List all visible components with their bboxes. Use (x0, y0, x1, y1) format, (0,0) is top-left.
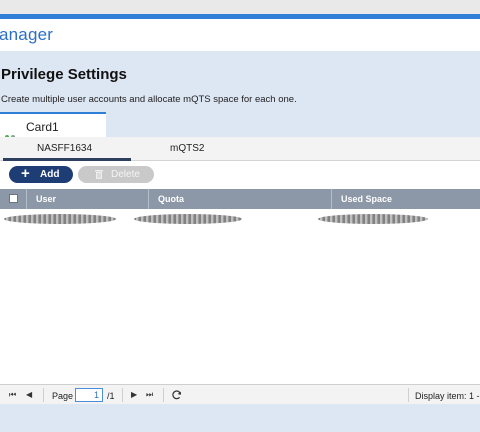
tab-card1[interactable]: Card1 (0, 112, 106, 139)
add-button-label: Add (40, 169, 60, 180)
column-header-quota[interactable]: Quota (149, 189, 332, 209)
select-all-checkbox-cell[interactable] (0, 189, 27, 209)
select-all-checkbox[interactable] (9, 194, 18, 203)
pager-divider (43, 388, 44, 402)
tab-card1-label: Card1 (26, 120, 59, 134)
app-title: anager (0, 25, 54, 44)
trash-icon (95, 170, 103, 179)
prev-page-icon[interactable]: ◀ (26, 390, 32, 399)
last-page-icon[interactable]: ⏭ (146, 390, 153, 400)
pagination-bar: ⏮ ◀ Page 1 /1 ▶ ⏭ Display item: 1 - (0, 384, 480, 404)
pager-divider (122, 388, 123, 402)
redacted-user-cell (4, 214, 116, 224)
display-item-range: Display item: 1 - (415, 391, 480, 401)
subtab-bar: NASFF1634 mQTS2 (0, 137, 480, 161)
redacted-quota-cell (134, 214, 242, 224)
subtab-mqts2[interactable]: mQTS2 (170, 143, 204, 154)
page-label: Page (52, 391, 74, 401)
delete-button[interactable]: Delete (78, 166, 154, 183)
redacted-used-space-cell (318, 214, 428, 224)
toolbar: + Add Delete (0, 161, 480, 187)
refresh-icon[interactable] (172, 390, 182, 400)
page-title: Privilege Settings (1, 66, 127, 83)
column-header-quota-label: Quota (158, 194, 184, 204)
subtab-nasff1634[interactable]: NASFF1634 (37, 143, 92, 154)
pager-divider (408, 388, 409, 402)
main-panel: NASFF1634 mQTS2 + Add Delete User Quota (0, 137, 480, 404)
column-header-used-space[interactable]: Used Space (332, 189, 480, 209)
column-header-user-label: User (36, 194, 57, 204)
app-header: anager (0, 19, 480, 51)
delete-button-label: Delete (111, 169, 140, 180)
browser-top-strip (0, 0, 480, 14)
footer-area (0, 404, 480, 432)
first-page-icon[interactable]: ⏮ (9, 390, 16, 400)
column-header-used-space-label: Used Space (341, 194, 393, 204)
pager-divider (163, 388, 164, 402)
page-description: Create multiple user accounts and alloca… (1, 94, 297, 105)
table-header: User Quota Used Space (0, 189, 480, 209)
plus-icon: + (21, 165, 30, 182)
next-page-icon[interactable]: ▶ (131, 390, 137, 399)
page-number-input[interactable]: 1 (75, 388, 103, 402)
column-header-user[interactable]: User (27, 189, 149, 209)
page-total: /1 (107, 391, 115, 401)
add-button[interactable]: + Add (9, 165, 73, 183)
